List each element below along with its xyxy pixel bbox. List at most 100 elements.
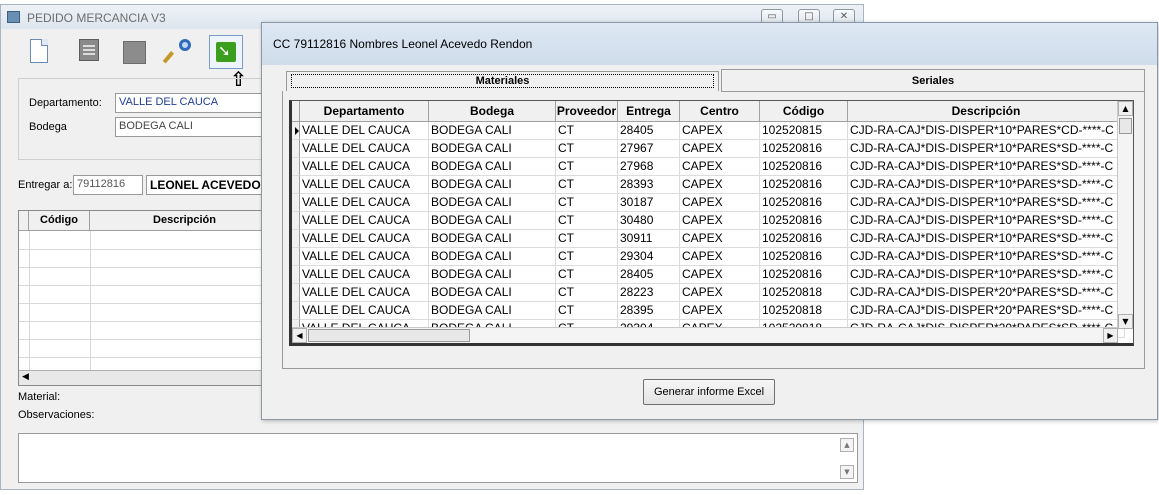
horizontal-scroll-thumb[interactable] [308,329,470,342]
cell-centro[interactable]: CAPEX [680,248,760,266]
cell-departamento[interactable]: VALLE DEL CAUCA [300,266,429,284]
cell-codigo[interactable]: 102520818 [760,284,848,302]
cell-codigo[interactable]: 102520816 [760,248,848,266]
cell-bodega[interactable]: BODEGA CALI [429,266,556,284]
cell-departamento[interactable]: VALLE DEL CAUCA [300,176,429,194]
execute-arrow-icon[interactable]: ➘ [209,35,243,69]
table-row[interactable]: VALLE DEL CAUCA BODEGA CALI CT 27968 CAPEX 10… [292,158,1125,176]
cell-proveedor[interactable]: CT [556,302,618,320]
entregar-id-field[interactable]: 79112816 [73,175,143,195]
cell-codigo[interactable]: 102520816 [760,230,848,248]
column-header-descripcion[interactable]: Descripción [848,101,1125,122]
row-selector[interactable] [292,248,300,266]
cell-descripcion[interactable]: CJD-RA-CAJ*DIS-DISPER*10*PARES*SD-****-C [848,266,1125,284]
cell-proveedor[interactable]: CT [556,212,618,230]
tab-seriales[interactable]: Seriales [721,69,1145,92]
table-row[interactable]: VALLE DEL CAUCA BODEGA CALI CT 28405 CAPEX 10… [292,266,1125,284]
material-grid-hscroll[interactable]: ◀ [19,370,277,385]
cell-descripcion[interactable]: CJD-RA-CAJ*DIS-DISPER*10*PARES*SD-****-C [848,194,1125,212]
column-header-entrega[interactable]: Entrega [618,101,680,122]
cell-codigo[interactable]: 102520816 [760,176,848,194]
cell-departamento[interactable]: VALLE DEL CAUCA [300,194,429,212]
cell-bodega[interactable]: BODEGA CALI [429,284,556,302]
column-header-codigo[interactable]: Código [760,101,848,122]
cell-centro[interactable]: CAPEX [680,194,760,212]
cell-proveedor[interactable]: CT [556,284,618,302]
cell-centro[interactable]: CAPEX [680,140,760,158]
vertical-scroll-thumb[interactable] [1119,118,1132,134]
scroll-down-icon[interactable]: ▼ [1118,314,1133,329]
stop-icon[interactable] [117,35,151,69]
cell-entrega[interactable]: 28395 [618,302,680,320]
table-row[interactable]: VALLE DEL CAUCA BODEGA CALI CT 30911 CAPEX 10… [292,230,1125,248]
cell-centro[interactable]: CAPEX [680,176,760,194]
table-row[interactable]: VALLE DEL CAUCA BODEGA CALI CT 28223 CAPEX 10… [292,284,1125,302]
cell-centro[interactable]: CAPEX [680,158,760,176]
cell-codigo[interactable]: 102520815 [760,122,848,140]
cell-bodega[interactable]: BODEGA CALI [429,122,556,140]
cell-entrega[interactable]: 30911 [618,230,680,248]
material-grid[interactable]: Código Descripción ◀ [18,210,278,386]
cell-codigo[interactable]: 102520816 [760,212,848,230]
cell-entrega[interactable]: 27967 [618,140,680,158]
row-selector[interactable] [292,212,300,230]
cell-entrega[interactable]: 30187 [618,194,680,212]
cell-departamento[interactable]: VALLE DEL CAUCA [300,212,429,230]
cell-codigo[interactable]: 102520818 [760,302,848,320]
column-header-centro[interactable]: Centro [680,101,760,122]
cell-proveedor[interactable]: CT [556,230,618,248]
scroll-left-icon[interactable]: ◀ [22,371,29,382]
cell-bodega[interactable]: BODEGA CALI [429,176,556,194]
cell-entrega[interactable]: 28405 [618,122,680,140]
table-row[interactable]: VALLE DEL CAUCA BODEGA CALI CT 28395 CAPEX 10… [292,302,1125,320]
cell-entrega[interactable]: 28393 [618,176,680,194]
cell-codigo[interactable]: 102520816 [760,140,848,158]
table-row[interactable]: VALLE DEL CAUCA BODEGA CALI CT 30187 CAPEX 10… [292,194,1125,212]
column-header-bodega[interactable]: Bodega [429,101,556,122]
cell-bodega[interactable]: BODEGA CALI [429,212,556,230]
entregar-nombre-field[interactable]: LEONEL ACEVEDO [146,175,264,195]
cell-departamento[interactable]: VALLE DEL CAUCA [300,158,429,176]
cell-entrega[interactable]: 28405 [618,266,680,284]
scroll-up-icon[interactable]: ▲ [840,438,854,452]
cell-bodega[interactable]: BODEGA CALI [429,248,556,266]
cell-descripcion[interactable]: CJD-RA-CAJ*DIS-DISPER*20*PARES*SD-****-C [848,302,1125,320]
materials-grid[interactable]: Departamento Bodega Proveedor Entrega Ce… [289,100,1134,346]
cell-departamento[interactable]: VALLE DEL CAUCA [300,284,429,302]
table-row[interactable]: VALLE DEL CAUCA BODEGA CALI CT 28405 CAPEX 10… [292,122,1125,140]
new-document-icon[interactable] [23,35,57,69]
column-header-proveedor[interactable]: Proveedor [556,101,618,122]
cell-descripcion[interactable]: CJD-RA-CAJ*DIS-DISPER*10*PARES*CD-****-C [848,122,1125,140]
row-selector[interactable] [292,122,300,140]
grid-horizontal-scrollbar[interactable]: ◀ ▶ [292,327,1118,343]
cell-centro[interactable]: CAPEX [680,266,760,284]
cell-centro[interactable]: CAPEX [680,122,760,140]
cell-codigo[interactable]: 102520816 [760,194,848,212]
cell-entrega[interactable]: 27968 [618,158,680,176]
row-selector[interactable] [292,194,300,212]
cell-descripcion[interactable]: CJD-RA-CAJ*DIS-DISPER*20*PARES*SD-****-C [848,284,1125,302]
cell-departamento[interactable]: VALLE DEL CAUCA [300,122,429,140]
column-header-departamento[interactable]: Departamento [300,101,429,122]
scroll-up-icon[interactable]: ▲ [1118,101,1133,116]
observaciones-textarea[interactable]: ▲ ▼ [18,433,858,483]
cell-centro[interactable]: CAPEX [680,284,760,302]
row-selector[interactable] [292,230,300,248]
cell-entrega[interactable]: 28223 [618,284,680,302]
cell-departamento[interactable]: VALLE DEL CAUCA [300,302,429,320]
column-header-descripcion[interactable]: Descripción [90,211,277,231]
cell-codigo[interactable]: 102520816 [760,158,848,176]
cell-proveedor[interactable]: CT [556,194,618,212]
row-selector[interactable] [292,140,300,158]
cell-codigo[interactable]: 102520816 [760,266,848,284]
print-preview-icon[interactable] [71,35,105,69]
search-icon[interactable] [162,35,199,69]
cell-bodega[interactable]: BODEGA CALI [429,302,556,320]
cell-proveedor[interactable]: CT [556,140,618,158]
cell-departamento[interactable]: VALLE DEL CAUCA [300,248,429,266]
cell-proveedor[interactable]: CT [556,176,618,194]
cell-bodega[interactable]: BODEGA CALI [429,158,556,176]
scroll-right-icon[interactable]: ▶ [1103,328,1118,343]
row-selector[interactable] [292,302,300,320]
table-row[interactable]: VALLE DEL CAUCA BODEGA CALI CT 30480 CAPEX 10… [292,212,1125,230]
